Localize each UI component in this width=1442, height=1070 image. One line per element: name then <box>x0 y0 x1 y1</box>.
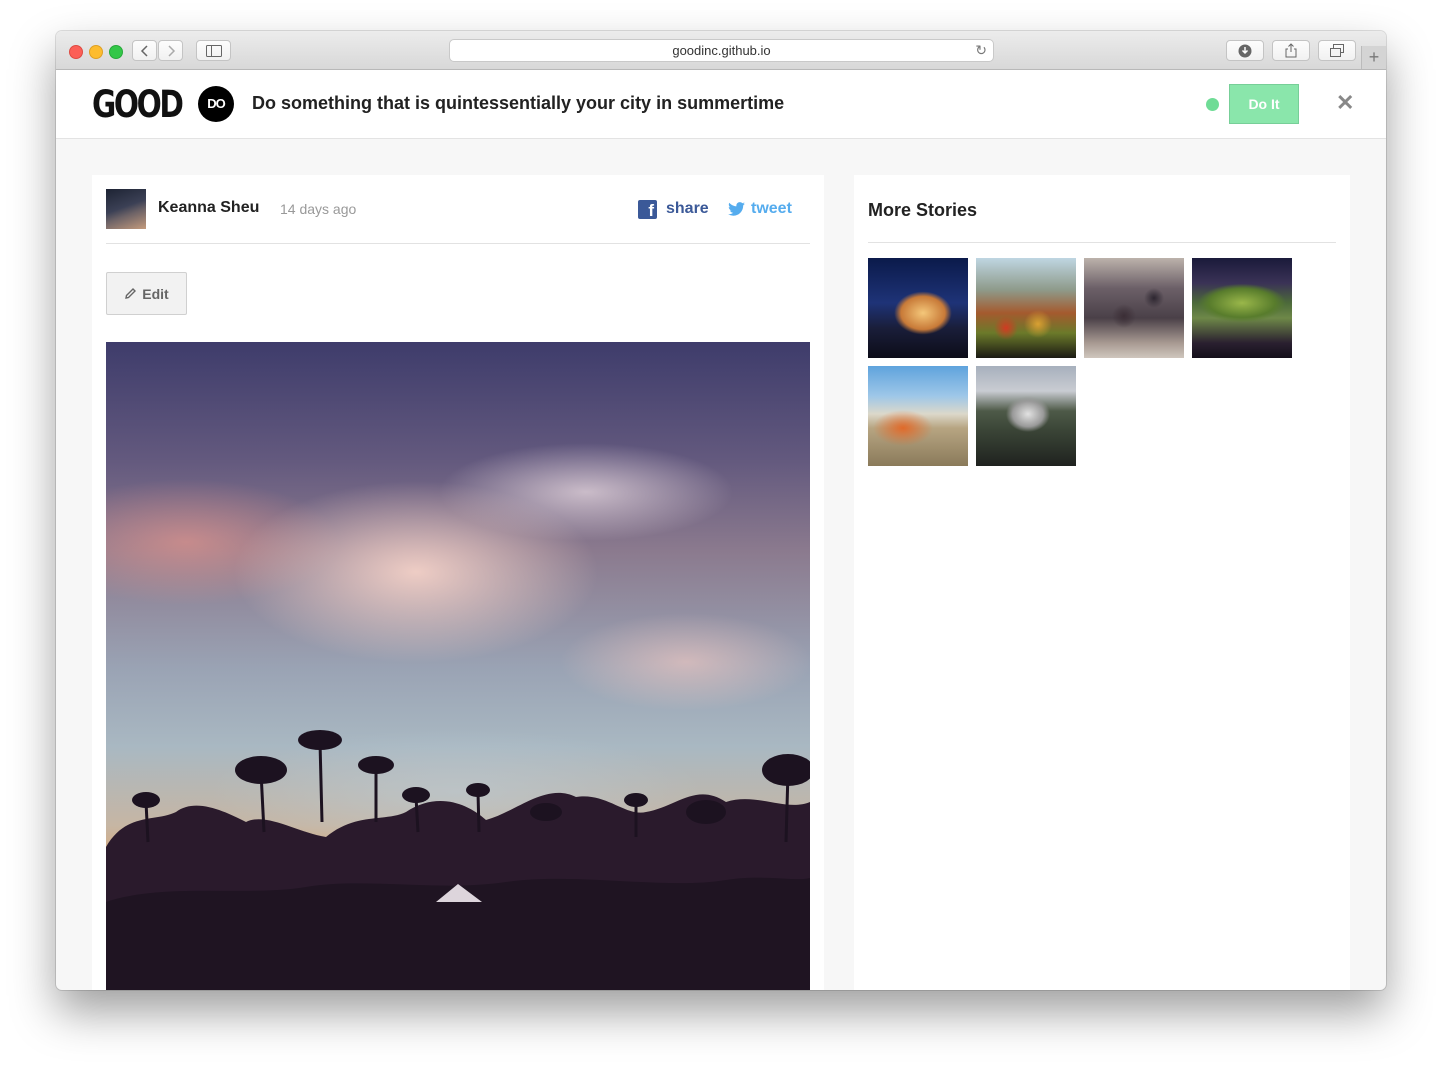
avatar[interactable] <box>106 189 146 229</box>
do-badge: DO <box>198 86 234 122</box>
story-thumbnail[interactable] <box>868 366 968 466</box>
author-name[interactable]: Keanna Sheu <box>158 199 259 217</box>
site-header: GOOD DO Do something that is quintessent… <box>56 70 1386 139</box>
download-icon <box>1238 44 1252 58</box>
story-thumbnail[interactable] <box>976 366 1076 466</box>
tweet-button[interactable]: tweet <box>728 198 792 220</box>
minimize-window-button[interactable] <box>89 45 103 59</box>
downloads-button[interactable] <box>1226 40 1264 61</box>
facebook-share-button[interactable]: f share <box>638 198 709 220</box>
back-button[interactable] <box>132 40 157 61</box>
tweet-label: tweet <box>751 200 792 217</box>
chevron-left-icon <box>140 45 148 57</box>
address-bar[interactable]: goodinc.github.io ↻ <box>449 39 994 62</box>
more-stories-panel: More Stories <box>854 175 1350 990</box>
tabs-overview-button[interactable] <box>1318 40 1356 61</box>
story-thumbnail[interactable] <box>976 258 1076 358</box>
tabs-icon <box>1330 44 1344 57</box>
share-sheet-button[interactable] <box>1272 40 1310 61</box>
story-thumbnail[interactable] <box>868 258 968 358</box>
story-card: Keanna Sheu 14 days ago f share tweet Ed… <box>92 175 824 990</box>
status-indicator <box>1206 98 1219 111</box>
more-stories-title: More Stories <box>868 200 978 220</box>
story-thumbnail[interactable] <box>1192 258 1292 358</box>
forward-button[interactable] <box>158 40 183 61</box>
reload-icon[interactable]: ↻ <box>975 40 987 61</box>
challenge-headline: Do something that is quintessentially yo… <box>252 93 785 113</box>
good-logo[interactable]: GOOD <box>92 83 184 127</box>
new-tab-button[interactable]: + <box>1361 46 1386 69</box>
twitter-bird-icon <box>728 202 745 216</box>
story-photo[interactable] <box>106 342 810 990</box>
browser-window: goodinc.github.io ↻ + GOOD DO Do somethi… <box>56 31 1386 990</box>
browser-toolbar: goodinc.github.io ↻ + <box>56 31 1386 70</box>
pencil-icon <box>125 288 137 299</box>
post-timestamp: 14 days ago <box>280 201 357 217</box>
story-thumbnail[interactable] <box>1084 258 1184 358</box>
header-divider <box>106 243 810 244</box>
share-label: share <box>666 200 709 217</box>
facebook-icon: f <box>638 199 657 219</box>
edit-button[interactable]: Edit <box>106 272 187 315</box>
zoom-window-button[interactable] <box>109 45 123 59</box>
sidebar-toggle-button[interactable] <box>196 40 231 61</box>
url-text: goodinc.github.io <box>672 43 771 58</box>
do-it-button[interactable]: Do It <box>1229 84 1299 124</box>
edit-label: Edit <box>142 285 169 302</box>
more-stories-divider <box>868 242 1336 243</box>
sidebar-icon <box>205 45 222 57</box>
close-icon[interactable]: ✕ <box>1336 90 1354 116</box>
chevron-right-icon <box>167 45 175 57</box>
share-icon <box>1285 43 1297 58</box>
close-window-button[interactable] <box>69 45 83 59</box>
